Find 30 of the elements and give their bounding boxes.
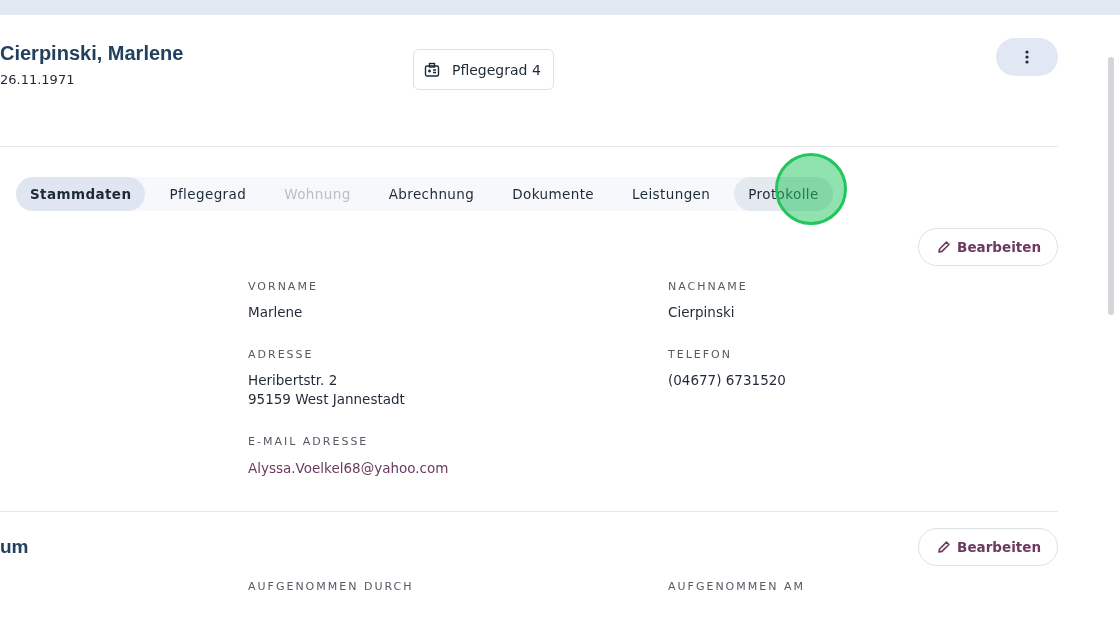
id-card-icon — [424, 61, 440, 78]
field-label: AUFGENOMMEN AM — [668, 580, 806, 593]
care-level-badge[interactable]: Pflegegrad 4 — [413, 49, 554, 90]
section-title: um — [0, 536, 29, 558]
birth-date: 26.11.1971 — [0, 72, 76, 87]
tab[interactable]: Pflegegrad — [155, 177, 261, 211]
pencil-icon — [937, 240, 952, 254]
field-label: NACHNAME — [668, 280, 749, 293]
more-icon — [1025, 50, 1029, 64]
field-label: VORNAME — [248, 280, 319, 293]
field-value: Marlene — [248, 303, 304, 322]
field-label: ADRESSE — [248, 348, 315, 361]
tab[interactable]: Dokumente — [498, 177, 609, 211]
field-label: AUFGENOMMEN DURCH — [248, 580, 415, 593]
tab[interactable]: Stammdaten — [16, 177, 146, 211]
field-label: E-MAIL ADRESSE — [248, 435, 370, 448]
email-link[interactable]: Alyssa.Voelkel68@yahoo.com — [248, 459, 449, 478]
field-value: Cierpinski — [668, 303, 736, 322]
edit-button[interactable]: Bearbeiten — [918, 528, 1058, 566]
more-menu-button[interactable] — [996, 38, 1058, 76]
tab[interactable]: Leistungen — [618, 177, 725, 211]
patient-name: Cierpinski, Marlene — [0, 42, 185, 65]
field-label: TELEFON — [668, 348, 733, 361]
edit-button[interactable]: Bearbeiten — [918, 228, 1058, 266]
scrollbar[interactable] — [1108, 57, 1114, 315]
field-value: (04677) 6731520 — [668, 371, 787, 390]
field-value: Heribertstr. 2 — [248, 371, 339, 390]
tab[interactable]: Abrechnung — [374, 177, 489, 211]
field-value: 95159 West Jannestadt — [248, 390, 406, 409]
pencil-icon — [937, 540, 952, 554]
